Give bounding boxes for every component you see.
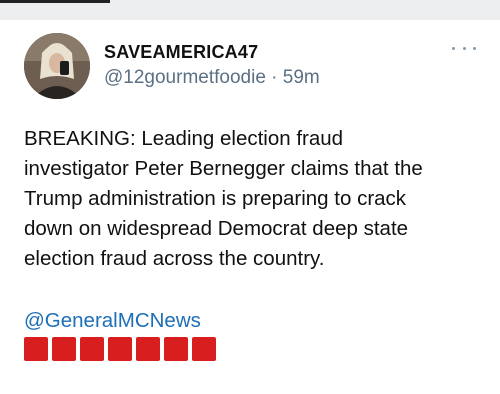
tweet-line: investigator Peter Bernegger claims that…	[24, 157, 423, 180]
red-square-emoji-row	[24, 337, 220, 361]
red-square-icon	[80, 337, 104, 361]
top-bar	[0, 0, 500, 20]
dot	[473, 46, 476, 50]
avatar[interactable]	[24, 33, 90, 99]
tweet-line: Trump administration is preparing to cra…	[24, 187, 407, 210]
mention-link[interactable]: @GeneralMCNews	[24, 309, 201, 333]
red-square-icon	[52, 337, 76, 361]
tweet-meta: @12gourmetfoodie · 59m	[104, 67, 320, 89]
avatar-photo	[24, 33, 90, 99]
red-square-icon	[108, 337, 132, 361]
timestamp[interactable]: 59m	[283, 67, 320, 88]
display-name[interactable]: SAVEAMERICA47	[104, 42, 258, 63]
meta-separator: ·	[271, 67, 278, 88]
dot	[452, 46, 455, 50]
red-square-icon	[24, 337, 48, 361]
tweet-line: election fraud across the country.	[24, 247, 325, 270]
dot	[462, 46, 466, 50]
tweet-body: BREAKING: Leading election fraud investi…	[24, 124, 484, 274]
tweet-line: BREAKING: Leading election fraud	[24, 127, 344, 150]
more-options-icon[interactable]	[452, 38, 476, 58]
handle[interactable]: @12gourmetfoodie	[104, 67, 266, 88]
red-square-icon	[192, 337, 216, 361]
red-square-icon	[164, 337, 188, 361]
red-square-icon	[136, 337, 160, 361]
tab-indicator	[0, 0, 110, 3]
tweet-line: down on widespread Democrat deep state	[24, 217, 409, 240]
